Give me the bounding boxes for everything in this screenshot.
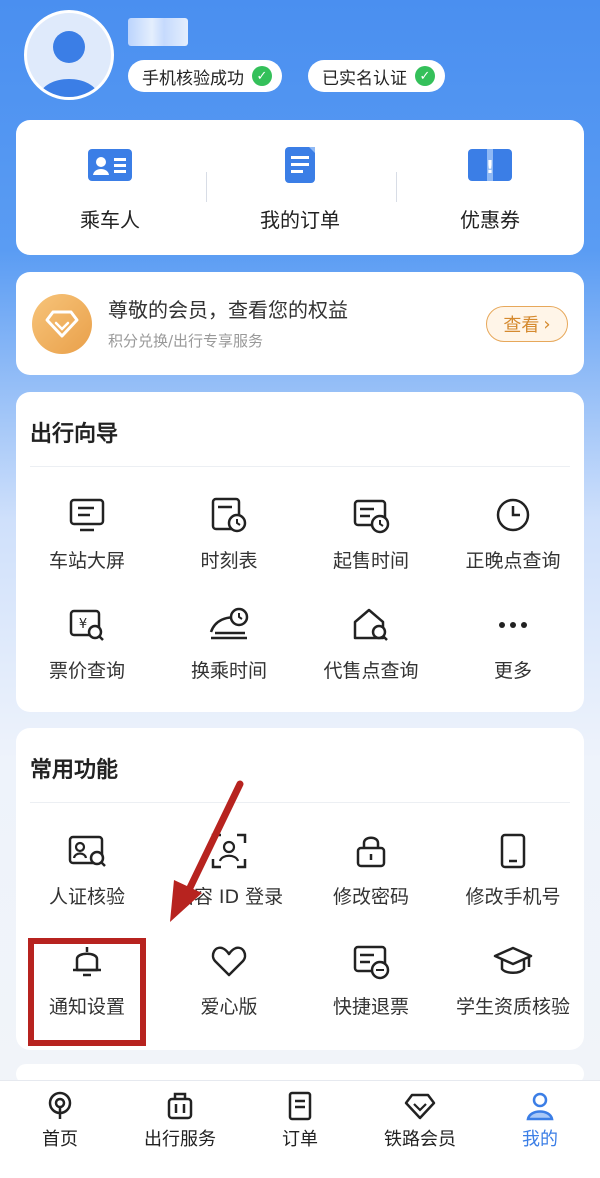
phone-verified-label: 手机核验成功: [142, 68, 244, 89]
member-subtitle: 积分兑换/出行专享服务: [108, 332, 264, 350]
travel-guide-card: 出行向导 车站大屏 时刻表 起售时间 正晚点查询 ¥ 票价查询 换乘时间 代售点…: [16, 392, 584, 712]
nav-home[interactable]: 首页: [0, 1091, 120, 1151]
nav-travel-services[interactable]: 出行服务: [120, 1091, 240, 1151]
svg-text:¥: ¥: [79, 617, 87, 632]
luggage-icon: [167, 1092, 193, 1120]
guide-item-station-screen[interactable]: 车站大屏: [16, 496, 158, 573]
divider: [30, 802, 570, 803]
common-item-quick-refund[interactable]: 快捷退票: [300, 942, 442, 1019]
common-item-student-verify[interactable]: 学生资质核验: [442, 942, 584, 1019]
phone-verified-badge[interactable]: 手机核验成功 ✓: [128, 60, 282, 92]
name-verified-label: 已实名认证: [322, 68, 407, 89]
id-verify-icon: [68, 835, 106, 867]
chevron-right-icon: ›: [543, 313, 551, 335]
member-card[interactable]: 尊敬的会员，查看您的权益 积分兑换/出行专享服务 查看 ›: [16, 272, 584, 375]
transfer-time-icon: [209, 607, 249, 640]
common-item-care-edition[interactable]: 爱心版: [158, 942, 300, 1019]
grid-label: 面容 ID 登录: [174, 886, 284, 908]
nav-orders[interactable]: 订单: [240, 1091, 360, 1151]
common-item-id-verify[interactable]: 人证核验: [16, 832, 158, 909]
grid-label: 正晚点查询: [465, 550, 561, 572]
grid-label: 代售点查询: [323, 660, 419, 682]
face-id-icon: [211, 833, 247, 869]
grid-label: 爱心版: [200, 996, 258, 1018]
quick-link-orders[interactable]: 我的订单: [210, 146, 390, 233]
nav-label: 铁路会员: [384, 1129, 456, 1150]
grid-label: 人证核验: [48, 886, 125, 908]
annotation-highlight-box: [28, 938, 146, 1046]
grid-label: 换乘时间: [190, 660, 267, 682]
guide-item-sale-time[interactable]: 起售时间: [300, 496, 442, 573]
common-item-face-id[interactable]: 面容 ID 登录: [158, 832, 300, 909]
divider: [206, 172, 207, 202]
quick-link-passenger[interactable]: 乘车人: [20, 146, 200, 233]
divider: [396, 172, 397, 202]
grid-label: 车站大屏: [48, 550, 125, 572]
divider: [30, 466, 570, 467]
heart-icon: [211, 946, 247, 977]
section-title: 常用功能: [30, 758, 119, 783]
nav-label: 订单: [282, 1129, 318, 1150]
svg-text:!: !: [486, 157, 494, 178]
lock-icon: [356, 836, 386, 868]
nav-label: 首页: [42, 1129, 78, 1150]
grid-label: 起售时间: [332, 550, 409, 572]
orders-icon: [285, 147, 315, 183]
quick-refund-icon: [353, 945, 390, 980]
coupon-icon: !: [468, 149, 512, 181]
phone-icon: [500, 833, 526, 869]
guide-item-transfer-time[interactable]: 换乘时间: [158, 606, 300, 683]
check-icon: ✓: [252, 66, 272, 86]
graduation-cap-icon: [493, 946, 533, 974]
agency-query-icon: [353, 608, 388, 641]
grid-label: 修改手机号: [465, 886, 561, 908]
grid-label: 时刻表: [200, 550, 258, 572]
guide-item-agency-query[interactable]: 代售点查询: [300, 606, 442, 683]
section-title: 出行向导: [30, 422, 119, 447]
home-icon: [48, 1091, 72, 1119]
guide-item-delay-query[interactable]: 正晚点查询: [442, 496, 584, 573]
avatar[interactable]: [24, 10, 114, 100]
grid-label: 快捷退票: [332, 996, 409, 1018]
common-item-change-password[interactable]: 修改密码: [300, 832, 442, 909]
profile-icon: [526, 1092, 554, 1121]
view-benefits-label: 查看: [503, 315, 540, 336]
username-blurred: [128, 18, 188, 46]
guide-item-timetable[interactable]: 时刻表: [158, 496, 300, 573]
profile-header: 手机核验成功 ✓ 已实名认证 ✓: [0, 0, 600, 118]
grid-label: 修改密码: [332, 886, 409, 908]
grid-label: 更多: [493, 660, 532, 682]
quick-links-card: 乘车人 我的订单 ! 优惠券: [16, 120, 584, 255]
fare-query-icon: ¥: [69, 609, 104, 641]
station-screen-icon: [69, 498, 105, 532]
order-icon: [288, 1091, 312, 1121]
quick-link-coupon[interactable]: ! 优惠券: [400, 146, 580, 233]
quick-link-label: 优惠券: [460, 208, 520, 232]
nav-label: 出行服务: [144, 1129, 216, 1150]
nav-mine[interactable]: 我的: [480, 1091, 600, 1151]
check-icon: ✓: [415, 66, 435, 86]
diamond-badge-icon: [32, 294, 92, 354]
nav-label: 我的: [522, 1129, 558, 1150]
diamond-icon: [404, 1093, 436, 1120]
quick-link-label: 我的订单: [260, 208, 340, 232]
guide-item-more[interactable]: 更多: [442, 606, 584, 683]
grid-label: 票价查询: [48, 660, 125, 682]
name-verified-badge[interactable]: 已实名认证 ✓: [308, 60, 445, 92]
sale-time-icon: [353, 499, 390, 534]
common-item-change-phone[interactable]: 修改手机号: [442, 832, 584, 909]
avatar-icon: [39, 31, 99, 97]
view-benefits-button[interactable]: 查看 ›: [486, 306, 568, 342]
nav-railway-member[interactable]: 铁路会员: [360, 1091, 480, 1151]
member-title: 尊敬的会员，查看您的权益: [108, 298, 348, 322]
clock-icon: [496, 498, 530, 532]
bottom-navigation: 首页 出行服务 订单 铁路会员 我的: [0, 1080, 600, 1178]
more-icon: [499, 622, 527, 628]
guide-item-fare-query[interactable]: ¥ 票价查询: [16, 606, 158, 683]
quick-link-label: 乘车人: [80, 208, 140, 232]
grid-label: 学生资质核验: [455, 996, 570, 1018]
passenger-icon: [88, 149, 132, 181]
timetable-icon: [211, 497, 247, 533]
